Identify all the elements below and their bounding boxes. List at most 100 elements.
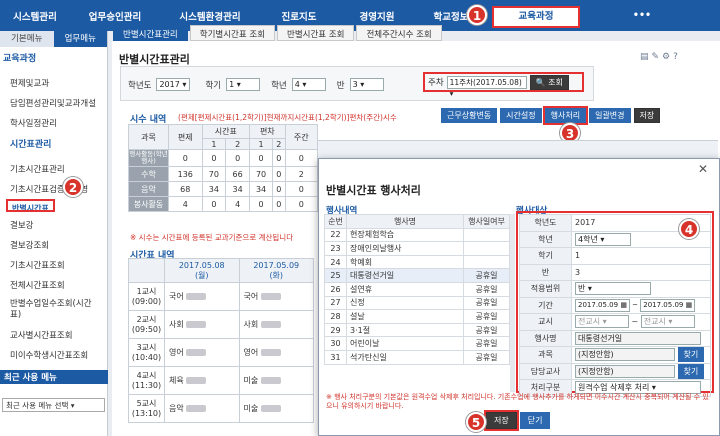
term-select[interactable]: 1 ▾ (226, 78, 261, 91)
sidebar-item[interactable]: 기초시간표조회 (0, 255, 107, 275)
subject-find-button[interactable]: 찾기 (677, 347, 705, 363)
class-label: 반 (336, 80, 345, 91)
sidebar-item[interactable]: 담임편성관리및교과개설 (0, 93, 107, 113)
list-item[interactable]: 25 대통령선거일 공휴일 (324, 268, 510, 283)
tab-work-menu[interactable]: 업무메뉴 (53, 31, 107, 47)
timetable-cell[interactable]: 음악 (164, 394, 240, 423)
nav-management[interactable]: 경영지원 (338, 9, 416, 23)
tab-weekly-hours[interactable]: 전체주간시수 조회 (356, 25, 442, 41)
grade-select[interactable]: 4 ▾ (291, 78, 326, 91)
timetable-cell[interactable]: 미술 (238, 394, 314, 423)
list-item[interactable]: 22 현장체험학습 (324, 227, 510, 243)
period-col-header (128, 258, 165, 283)
time-setting-button[interactable]: 시간설정 (500, 108, 542, 123)
sidebar-item-class-timetable[interactable]: 반별시간표 (6, 199, 55, 212)
hours-table-extension (318, 140, 718, 158)
close-icon[interactable]: ✕ (698, 162, 708, 176)
sidebar-item[interactable]: 학사일정관리 (0, 113, 107, 133)
sidebar-item[interactable]: 결보강 (0, 215, 107, 235)
period-range[interactable]: 2017.05.09 ▦ ~ 2017.05.09 ▦ (571, 296, 711, 314)
sidebar-section: 시간표관리 (10, 140, 52, 150)
table-row: 2교시 (09:50) 사회 사회 (128, 310, 314, 339)
page-tabs: 반별시간표관리 학기별시간표 조회 반별시간표 조회 전체주간시수 조회 (113, 25, 718, 41)
nav-career[interactable]: 진로지도 (260, 9, 338, 23)
timetable-cell[interactable]: 체육 (164, 366, 240, 395)
timetable-cell[interactable]: 영어 (238, 338, 314, 367)
week-search-group: 주차 11주차(2017.05.08) ▾ 🔍 조회 (423, 72, 584, 98)
year-label: 학년도 (128, 80, 152, 91)
list-item[interactable]: 23 장애인의날행사 (324, 241, 510, 256)
table-row: 행사활동(학년행사) 000000 (128, 149, 319, 167)
col-week: 주간 (284, 124, 319, 150)
list-item[interactable]: 29 3·1절 공휴일 (324, 322, 510, 338)
sidebar-item[interactable]: 미이수학생시간표조회 (0, 345, 107, 365)
tab-class-timetable-view[interactable]: 반별시간표 조회 (277, 25, 355, 41)
recent-menu-select[interactable]: 최근 사용 메뉴 선택 ▾ (2, 398, 105, 412)
list-item[interactable]: 28 설날 공휴일 (324, 309, 510, 324)
list-item[interactable]: 30 어린이날 공휴일 (324, 336, 510, 351)
page-title: 반별시간표관리 (119, 53, 190, 66)
step-badge-2: 2 (63, 177, 83, 197)
timetable-cell[interactable]: 사회 (164, 310, 240, 339)
list-item[interactable]: 31 석가탄신일 공휴일 (324, 349, 510, 365)
tab-term-timetable[interactable]: 학기별시간표 조회 (189, 25, 276, 41)
bulk-change-button[interactable]: 일괄변경 (589, 108, 631, 123)
list-item[interactable]: 27 신정 공휴일 (324, 295, 510, 311)
week-select[interactable]: 11주차(2017.05.08) ▾ (446, 75, 527, 98)
sidebar-item[interactable]: 교사별시간표조회 (0, 325, 107, 345)
sidebar-item[interactable]: 결보강조회 (0, 235, 107, 255)
toolbar-icons[interactable]: ▤✎⚙? (640, 52, 681, 62)
dialog-close-button[interactable]: 닫기 (519, 412, 551, 429)
timetable-cell[interactable]: 미술 (238, 366, 314, 395)
scope-dropdown[interactable]: 반 ▾ (571, 280, 711, 298)
sidebar-item[interactable]: 전체시간표조회 (0, 275, 107, 295)
hours-table: 과목 편제 시간표 편차 주간 1 2 1 2 행사활동(학년행사) 00000… (128, 124, 319, 212)
field-term: 1 (571, 247, 711, 265)
step-badge-5: 5 (466, 412, 486, 432)
year-select[interactable]: 2017 ▾ (156, 78, 191, 91)
col-plan: 편제 (168, 124, 203, 150)
list-scrollbar[interactable] (510, 214, 515, 392)
sisu-note: (편제[편제시간표(1,2학기)]현재까지시간표(1,2학기)]편차(주간)시수 (178, 113, 397, 122)
subject-field[interactable]: (지정안함) 찾기 (571, 346, 711, 364)
week-label: 주차 (428, 78, 444, 88)
search-button[interactable]: 🔍 조회 (529, 74, 569, 90)
sidebar-heading: 교육과정 (3, 54, 37, 64)
work-status-change-button[interactable]: 근무상황변동 (441, 108, 498, 123)
tab-basic-menu[interactable]: 기본메뉴 (0, 31, 54, 47)
dialog-save-button[interactable]: 저장 (484, 410, 519, 431)
date-header-mon: 2017.05.08 (월) (164, 258, 240, 283)
period-select[interactable]: 전교시 ▾ ~ 전교시 ▾ (571, 313, 711, 331)
timetable-cell[interactable]: 국어 (164, 282, 240, 311)
timetable-cell[interactable]: 사회 (238, 310, 314, 339)
sidebar-item[interactable]: 기초시간표검증및반영 (0, 179, 107, 199)
teacher-find-button[interactable]: 찾기 (677, 363, 705, 379)
sidebar-item[interactable]: 반별수업일수조회(시간표) (0, 295, 107, 325)
sidebar-item[interactable]: 편제및교과 (0, 73, 107, 93)
event-target-form: 학년도 2017 학년 4학년 ▾ 학기 1 반3 적용범위 반 ▾ 기간 2017.05… (519, 214, 711, 397)
list-item[interactable]: 24 학예회 (324, 254, 510, 270)
table-row: 음악 68 34 34 34 0 0 (128, 181, 319, 197)
step-badge-1: 1 (467, 5, 487, 25)
dialog-note: ※ 행사 처리구분의 기본값은 원격수업 삭제후 처리입니다. 기존수업에 행사… (326, 393, 709, 410)
nav-more-icon[interactable]: ••• (602, 10, 682, 21)
timetable-cell[interactable]: 국어 (238, 282, 314, 311)
event-process-button[interactable]: 행사처리 (542, 106, 589, 125)
table-row: 봉사활동 404000 (128, 196, 319, 212)
col-event-type: 행사일여부 (463, 214, 510, 229)
nav-approval[interactable]: 업무승인관리 (70, 9, 160, 23)
hours-warning: ※ 시수는 시간표에 등록된 교과기준으로 계산됩니다 (130, 233, 294, 242)
col-timetable: 시간표 (201, 124, 251, 139)
sidebar-item[interactable]: 기초시간표관리 (0, 159, 107, 179)
nav-system-admin[interactable]: 시스템관리 (0, 9, 70, 23)
list-item[interactable]: 26 설연휴 공휴일 (324, 281, 510, 297)
nav-env[interactable]: 시스템환경관리 (160, 9, 260, 23)
teacher-field[interactable]: (지정안함) 찾기 (571, 362, 711, 380)
event-name-input[interactable]: 대통령선거일 (571, 329, 711, 347)
dialog-title: 반별시간표 행사처리 (326, 184, 421, 197)
save-button[interactable]: 저장 (633, 108, 661, 123)
tab-class-timetable-manage[interactable]: 반별시간표관리 (113, 25, 188, 41)
timetable-cell[interactable]: 영어 (164, 338, 240, 367)
term-label: 학기 (205, 80, 222, 91)
class-select[interactable]: 3 ▾ (349, 78, 384, 91)
